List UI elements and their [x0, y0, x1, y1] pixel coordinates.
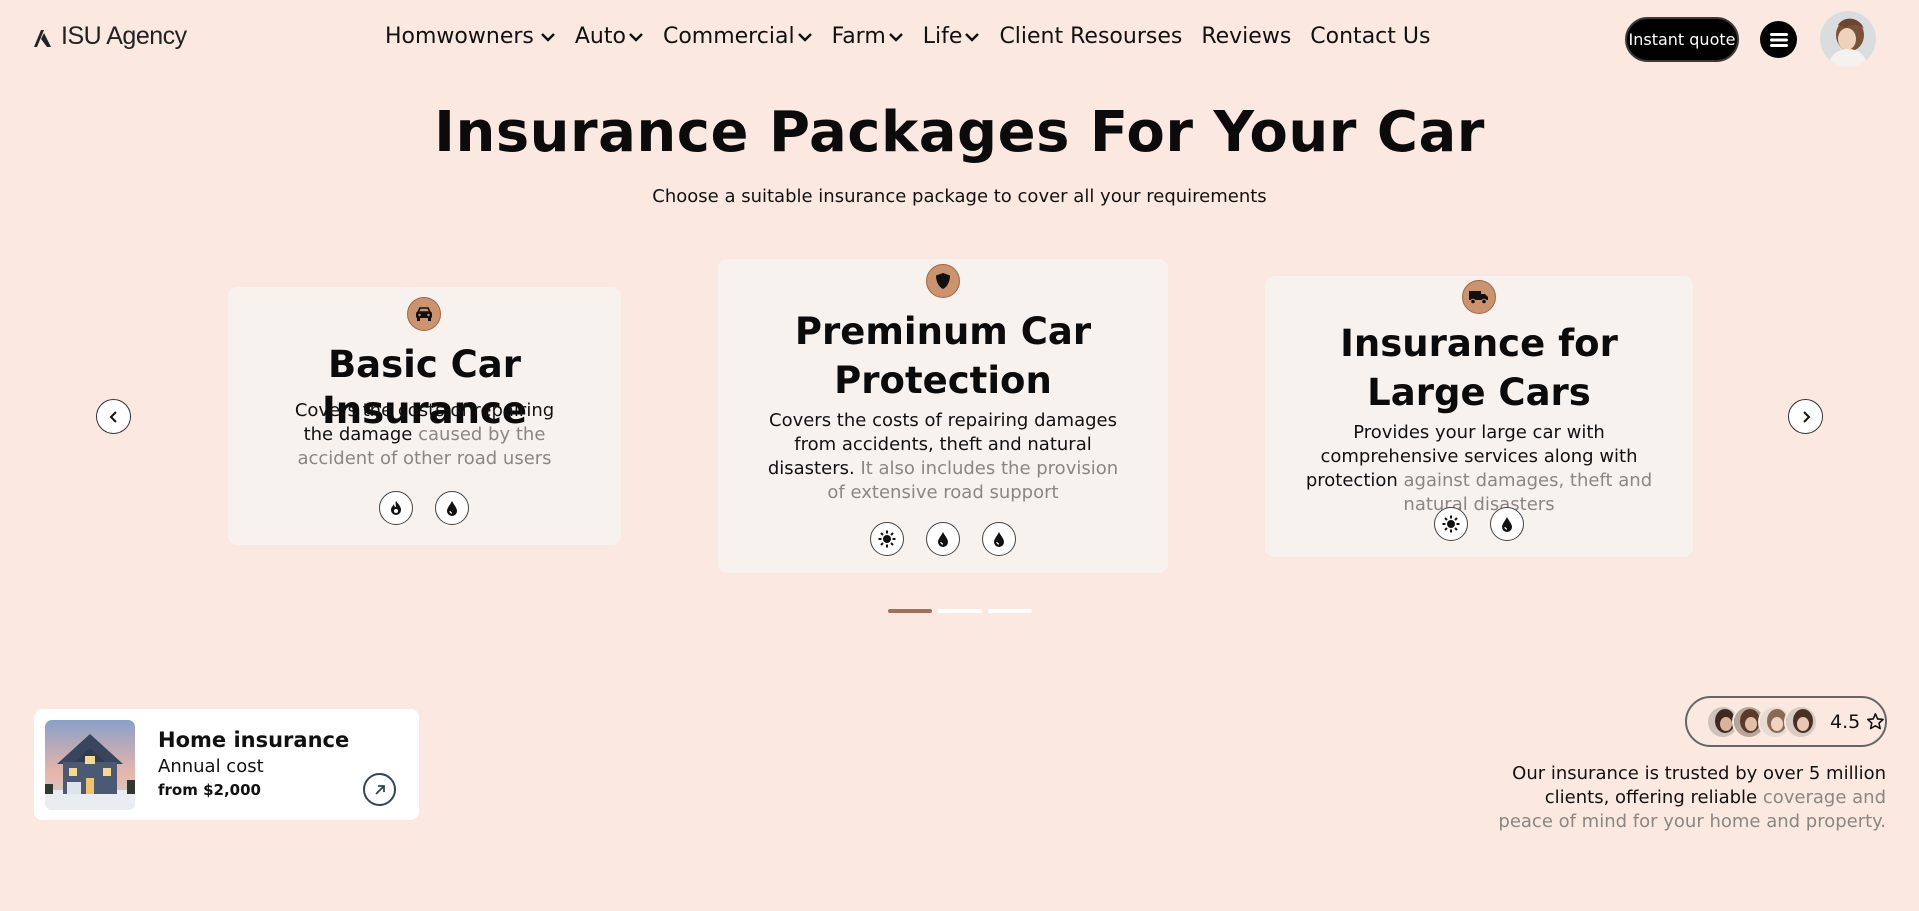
carousel-dot-3[interactable] — [988, 609, 1032, 613]
open-home-insurance-button[interactable] — [363, 773, 396, 806]
nav-label: Commercial — [662, 24, 795, 49]
nav-label: Client Resourses — [999, 24, 1183, 49]
logo-text: ISU Agency — [61, 22, 187, 50]
home-insurance-card[interactable]: Home insurance Annual cost from $2,000 — [34, 709, 419, 820]
water-drop-icon — [982, 522, 1016, 556]
carousel-dot-1[interactable] — [888, 609, 932, 613]
house-image — [45, 720, 135, 810]
star-icon — [1867, 713, 1885, 730]
card-desc-muted: It also includes the provision of extens… — [827, 458, 1119, 503]
nav-item-contact-us[interactable]: Contact Us — [1310, 24, 1430, 49]
nav-label: Reviews — [1201, 24, 1292, 49]
chevron-down-icon — [965, 32, 980, 42]
package-card-basic[interactable]: Basic Car Insurance Covers the costs of … — [228, 287, 621, 545]
chevron-down-icon — [797, 32, 812, 42]
user-avatar[interactable] — [1820, 11, 1876, 67]
card-description: Covers the costs of repairing the damage… — [278, 399, 571, 471]
hamburger-icon — [1769, 32, 1788, 47]
package-card-premium[interactable]: Preminum Car Protection Covers the costs… — [718, 259, 1168, 573]
card-desc-muted: against damages, theft and natural disas… — [1403, 470, 1653, 515]
nav-item-client-resources[interactable]: Client Resourses — [999, 24, 1182, 49]
client-avatar — [1784, 704, 1818, 739]
water-drop-icon — [1490, 507, 1524, 541]
carousel-next-button[interactable] — [1788, 399, 1823, 434]
nav-label: Contact Us — [1310, 24, 1431, 49]
avatar-photo — [1820, 11, 1876, 67]
logo[interactable]: ISU Agency — [33, 22, 187, 51]
card-title: Insurance for Large Cars — [1340, 322, 1618, 414]
water-drop-icon — [926, 522, 960, 556]
chevron-right-icon — [1802, 410, 1810, 423]
sun-icon — [1434, 507, 1468, 541]
main-nav: Homwowners Auto Commercial Farm Life Cli… — [385, 24, 1449, 49]
logo-mark-icon — [34, 29, 51, 47]
card-description: Provides your large car with comprehensi… — [1285, 421, 1673, 517]
nav-item-reviews[interactable]: Reviews — [1201, 24, 1291, 49]
client-avatars — [1706, 704, 1818, 739]
chevron-down-icon — [629, 32, 643, 42]
arrow-up-right-icon — [374, 784, 385, 795]
nav-label: Auto — [574, 24, 626, 49]
chevron-left-icon — [109, 410, 117, 423]
chevron-down-icon — [541, 32, 555, 42]
page-title: Insurance Packages For Your Car — [434, 100, 1485, 165]
nav-item-auto[interactable]: Auto — [575, 24, 644, 49]
rating-badge: 4.5 — [1685, 696, 1887, 747]
water-drop-icon — [435, 491, 469, 525]
shield-icon — [926, 264, 960, 298]
nav-item-life[interactable]: Life — [923, 24, 981, 49]
menu-button[interactable] — [1760, 21, 1797, 58]
nav-label: Homwowners — [385, 24, 534, 49]
carousel-pagination — [888, 609, 1032, 613]
nav-item-homeowners[interactable]: Homwowners — [385, 24, 556, 49]
carousel-prev-button[interactable] — [96, 399, 131, 434]
nav-label: Farm — [831, 24, 886, 49]
page-subtitle: Choose a suitable insurance package to c… — [652, 186, 1267, 207]
carousel-dot-2[interactable] — [938, 609, 982, 613]
home-card-title: Home insurance — [158, 728, 350, 752]
rating-value: 4.5 — [1830, 710, 1861, 733]
instant-quote-button[interactable]: Instant quote — [1625, 17, 1739, 62]
card-description: Covers the costs of repairing damages fr… — [758, 409, 1128, 505]
truck-icon — [1462, 280, 1496, 314]
fire-icon — [379, 491, 413, 525]
nav-label: Life — [922, 24, 963, 49]
card-title: Preminum Car Protection — [794, 310, 1092, 402]
home-card-price: from $2,000 — [158, 781, 261, 799]
chevron-down-icon — [888, 32, 903, 42]
nav-item-farm[interactable]: Farm — [832, 24, 904, 49]
nav-item-commercial[interactable]: Commercial — [663, 24, 813, 49]
car-icon — [407, 297, 441, 331]
package-card-large-cars[interactable]: Insurance for Large Cars Provides your l… — [1265, 276, 1693, 557]
home-card-subtitle: Annual cost — [158, 756, 264, 777]
sun-icon — [870, 522, 904, 556]
trust-statement: Our insurance is trusted by over 5 milli… — [1486, 762, 1886, 834]
